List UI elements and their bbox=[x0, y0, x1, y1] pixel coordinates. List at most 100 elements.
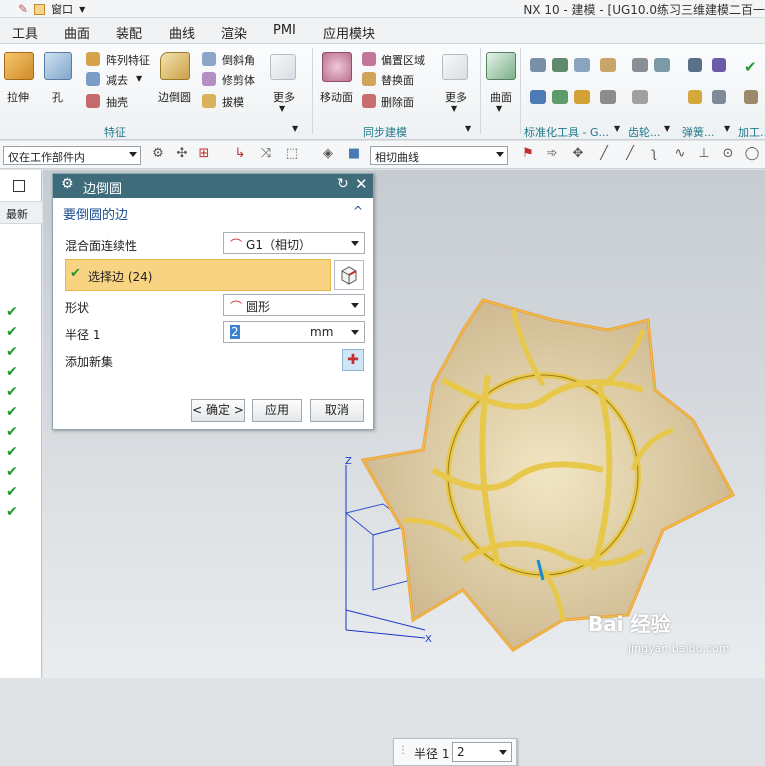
pattern-feature-button[interactable]: 阵列特征 bbox=[106, 52, 150, 68]
hole-button[interactable]: 孔 bbox=[52, 89, 63, 105]
gear-tool-icon[interactable] bbox=[632, 58, 648, 72]
line-icon[interactable]: ╱ bbox=[622, 146, 638, 162]
trim-body-button[interactable]: 修剪体 bbox=[222, 72, 255, 88]
extrude-icon[interactable] bbox=[4, 52, 34, 80]
standard-tool-icon[interactable] bbox=[552, 90, 568, 104]
curve-rule-dropdown[interactable]: 相切曲线 bbox=[370, 146, 508, 165]
box-select-icon[interactable]: ⬚ bbox=[284, 146, 300, 162]
chamfer-icon[interactable] bbox=[202, 52, 216, 66]
edge-blend-button[interactable]: 边倒圆 bbox=[158, 89, 191, 105]
circle-icon[interactable]: ◯ bbox=[744, 146, 760, 162]
tab-surface[interactable]: 曲面 bbox=[64, 23, 90, 42]
chevron-down-icon[interactable]: ▼ bbox=[292, 124, 298, 133]
extrude-button[interactable]: 拉伸 bbox=[7, 89, 29, 105]
more-sync-button[interactable]: 更多 bbox=[445, 89, 467, 105]
apply-button[interactable]: 应用 bbox=[252, 399, 302, 422]
chevron-down-icon[interactable]: ▼ bbox=[136, 74, 142, 83]
quick-access[interactable]: ✎ 窗口 ▼ bbox=[18, 1, 85, 17]
move-face-icon[interactable] bbox=[322, 52, 352, 82]
latest-column-header[interactable]: 最新 bbox=[0, 202, 42, 224]
onscreen-radius-input[interactable]: ⋮ 半径 1 2 bbox=[393, 738, 517, 766]
gear-tool-icon[interactable] bbox=[632, 90, 648, 104]
standard-tool-icon[interactable] bbox=[530, 58, 546, 72]
spring-tool-icon[interactable] bbox=[712, 90, 726, 104]
tab-curve[interactable]: 曲线 bbox=[169, 23, 195, 42]
more-features-icon[interactable] bbox=[270, 54, 296, 80]
body-icon[interactable]: ■ bbox=[346, 146, 362, 162]
more-sync-icon[interactable] bbox=[442, 54, 468, 80]
continuity-dropdown[interactable]: ⌒ G1（相切） bbox=[223, 232, 365, 254]
ok-button[interactable]: < 确定 > bbox=[191, 399, 245, 422]
chevron-down-icon[interactable]: ▼ bbox=[724, 124, 730, 133]
grip-icon[interactable]: ⋮ bbox=[398, 745, 408, 756]
radius-input[interactable]: 2 mm bbox=[223, 321, 365, 343]
draft-button[interactable]: 拔模 bbox=[222, 94, 244, 110]
selection-filter-dropdown[interactable]: 仅在工作部件内 bbox=[3, 146, 141, 165]
shell-icon[interactable] bbox=[86, 94, 100, 108]
window-menu-icon[interactable] bbox=[34, 3, 46, 15]
move-face-button[interactable]: 移动面 bbox=[320, 89, 353, 105]
curve-icon[interactable]: ʅ bbox=[646, 146, 662, 162]
snap-point-icon[interactable]: ✥ bbox=[570, 146, 586, 162]
pattern-icon[interactable] bbox=[86, 52, 100, 66]
tab-applications[interactable]: 应用模块 bbox=[323, 23, 375, 42]
shape-dropdown[interactable]: ⌒ 圆形 bbox=[223, 294, 365, 316]
tab-tools[interactable]: 工具 bbox=[12, 23, 38, 42]
chevron-down-icon[interactable]: ▼ bbox=[614, 124, 620, 133]
chevron-down-icon[interactable]: ▼ bbox=[451, 104, 457, 113]
standard-tool-icon[interactable] bbox=[530, 90, 546, 104]
spring-tool-icon[interactable] bbox=[712, 58, 726, 72]
chevron-down-icon[interactable]: ▼ bbox=[79, 5, 85, 14]
cancel-button[interactable]: 取消 bbox=[310, 399, 364, 422]
surface-icon[interactable] bbox=[486, 52, 516, 80]
chevron-down-icon[interactable]: ▼ bbox=[664, 124, 670, 133]
chevron-down-icon[interactable]: ▼ bbox=[496, 104, 502, 113]
delete-face-icon[interactable] bbox=[362, 94, 376, 108]
collapse-icon[interactable]: ^ bbox=[353, 204, 363, 218]
select-edge-button[interactable] bbox=[334, 260, 364, 290]
standard-tool-icon[interactable] bbox=[574, 58, 590, 72]
line-icon[interactable]: ╱ bbox=[596, 146, 612, 162]
close-icon[interactable]: ✕ bbox=[355, 175, 368, 193]
offset-region-icon[interactable] bbox=[362, 52, 376, 66]
shell-button[interactable]: 抽壳 bbox=[106, 94, 128, 110]
select-icon[interactable]: ⊞ bbox=[196, 146, 212, 162]
replace-face-button[interactable]: 替换面 bbox=[381, 72, 414, 88]
draft-icon[interactable] bbox=[202, 94, 216, 108]
surface-button[interactable]: 曲面 bbox=[490, 89, 512, 105]
subtract-icon[interactable] bbox=[86, 72, 100, 86]
circle-center-icon[interactable]: ⊙ bbox=[720, 146, 736, 162]
reset-icon[interactable]: ↻ bbox=[337, 176, 349, 192]
point-icon[interactable]: ⊥ bbox=[696, 146, 712, 162]
arrow-icon[interactable]: ↳ bbox=[232, 146, 248, 162]
pencil-icon[interactable]: ✎ bbox=[18, 2, 28, 16]
window-menu[interactable]: 窗口 bbox=[51, 1, 73, 17]
dialog-title-bar[interactable]: ⚙ 边倒圆 ↻ ✕ bbox=[53, 174, 373, 198]
gear-tool-icon[interactable] bbox=[654, 58, 670, 72]
tab-pmi[interactable]: PMI bbox=[273, 23, 296, 38]
spring-tool-icon[interactable] bbox=[688, 58, 702, 72]
subtract-button[interactable]: 减去 bbox=[106, 72, 128, 88]
gear-icon[interactable]: ⚙ bbox=[61, 176, 74, 192]
select-edge-row[interactable]: ✔ 选择边 (24) bbox=[65, 259, 331, 291]
standard-tool-icon[interactable] bbox=[552, 58, 568, 72]
delete-face-button[interactable]: 删除面 bbox=[381, 94, 414, 110]
follow-fillet-icon[interactable]: ➾ bbox=[544, 146, 560, 162]
hole-icon[interactable] bbox=[44, 52, 72, 80]
add-new-set-button[interactable]: ✚ bbox=[342, 349, 364, 371]
tab-assembly[interactable]: 装配 bbox=[116, 23, 142, 42]
part-icon[interactable]: ◈ bbox=[320, 146, 336, 162]
standard-tool-icon[interactable] bbox=[574, 90, 590, 104]
chevron-down-icon[interactable]: ▼ bbox=[279, 104, 285, 113]
trim-body-icon[interactable] bbox=[202, 72, 216, 86]
standard-tool-icon[interactable] bbox=[600, 58, 616, 72]
machining-tool-icon[interactable] bbox=[744, 90, 758, 104]
section-edges-title[interactable]: 要倒圆的边 bbox=[63, 204, 128, 223]
more-features-button[interactable]: 更多 bbox=[273, 89, 295, 105]
snap-icon[interactable]: ✣ bbox=[174, 146, 190, 162]
maximize-icon[interactable] bbox=[13, 180, 25, 192]
chamfer-button[interactable]: 倒斜角 bbox=[222, 52, 255, 68]
replace-face-icon[interactable] bbox=[362, 72, 376, 86]
offset-region-button[interactable]: 偏置区域 bbox=[381, 52, 425, 68]
chevron-down-icon[interactable]: ▼ bbox=[465, 124, 471, 133]
